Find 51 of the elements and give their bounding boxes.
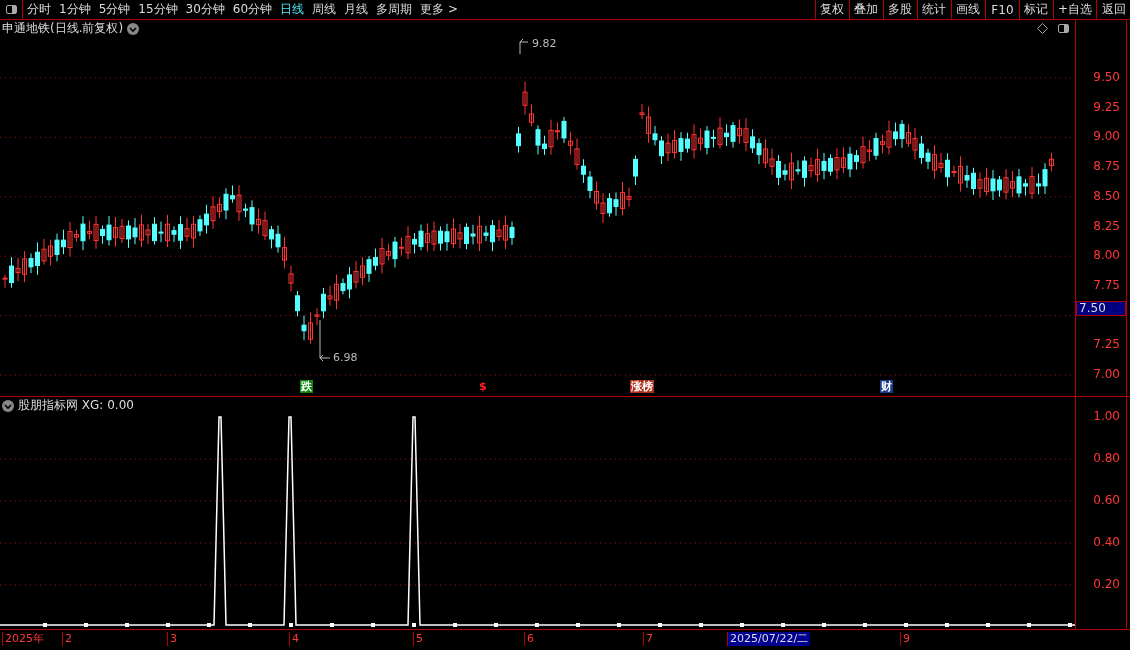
date-label: 6 xyxy=(524,632,536,646)
period-tab[interactable]: 1分钟 xyxy=(55,0,95,19)
period-tab[interactable]: 30分钟 xyxy=(181,0,229,19)
period-tab[interactable]: 月线 xyxy=(340,0,373,19)
date-label: 7 xyxy=(643,632,655,646)
axis-label: 9.00 xyxy=(1093,129,1120,144)
panel-toggle-icon[interactable] xyxy=(1058,24,1070,33)
current-price-label: 7.50 xyxy=(1076,301,1126,316)
chevron-down-icon[interactable] xyxy=(127,22,140,35)
date-label: 9 xyxy=(900,632,912,646)
period-tab[interactable]: 分时 xyxy=(23,0,55,19)
diamond-icon[interactable] xyxy=(1037,23,1049,34)
axis-label: 8.50 xyxy=(1093,188,1120,203)
date-label: 3 xyxy=(167,632,179,646)
date-label: 2025/07/22/二 xyxy=(727,632,811,646)
axis-label: 0.80 xyxy=(1093,451,1120,465)
axis-label: 9.25 xyxy=(1093,99,1120,114)
period-tab[interactable]: 5分钟 xyxy=(94,0,135,19)
date-label: 4 xyxy=(289,632,301,646)
axis-label: 9.50 xyxy=(1093,70,1120,84)
date-label: 2 xyxy=(62,632,74,646)
indicator-title: 股朋指标网 XG: 0.00 xyxy=(18,397,134,414)
axis-label: 0.60 xyxy=(1093,493,1120,507)
event-marker[interactable]: $ xyxy=(478,380,488,393)
period-tab[interactable]: 多周期 xyxy=(372,0,417,19)
low-price-label: 6.98 xyxy=(333,351,358,364)
axis-label: 1.00 xyxy=(1093,409,1120,423)
axis-label: 0.20 xyxy=(1093,577,1120,591)
candlestick xyxy=(516,126,521,154)
axis-label: 7.25 xyxy=(1093,337,1120,352)
event-marker[interactable]: 财 xyxy=(880,380,893,393)
period-tab[interactable]: 周线 xyxy=(308,0,341,19)
axis-label: 7.00 xyxy=(1093,367,1120,381)
period-tab[interactable]: 更多 > xyxy=(416,0,462,19)
event-marker[interactable]: 跌 xyxy=(300,380,313,393)
period-tab[interactable]: 15分钟 xyxy=(134,0,182,19)
low-arrow-icon xyxy=(319,319,331,362)
high-arrow-icon xyxy=(519,38,529,55)
event-marker[interactable]: 涨榜 xyxy=(630,380,654,393)
axis-label: 8.75 xyxy=(1093,159,1120,174)
period-tab[interactable]: 60分钟 xyxy=(228,0,277,19)
chevron-down-icon[interactable] xyxy=(2,399,14,412)
axis-label: 0.40 xyxy=(1093,535,1120,549)
high-price-label: 9.82 xyxy=(532,37,557,50)
period-tab[interactable]: 日线 xyxy=(276,0,309,19)
axis-label: 8.00 xyxy=(1093,248,1120,263)
axis-label: 8.25 xyxy=(1093,218,1120,233)
chart-title: 申通地铁(日线.前复权) xyxy=(2,20,124,37)
date-label: 5 xyxy=(413,632,425,646)
date-label: 2025年 xyxy=(2,632,46,646)
axis-label: 7.75 xyxy=(1093,277,1120,292)
